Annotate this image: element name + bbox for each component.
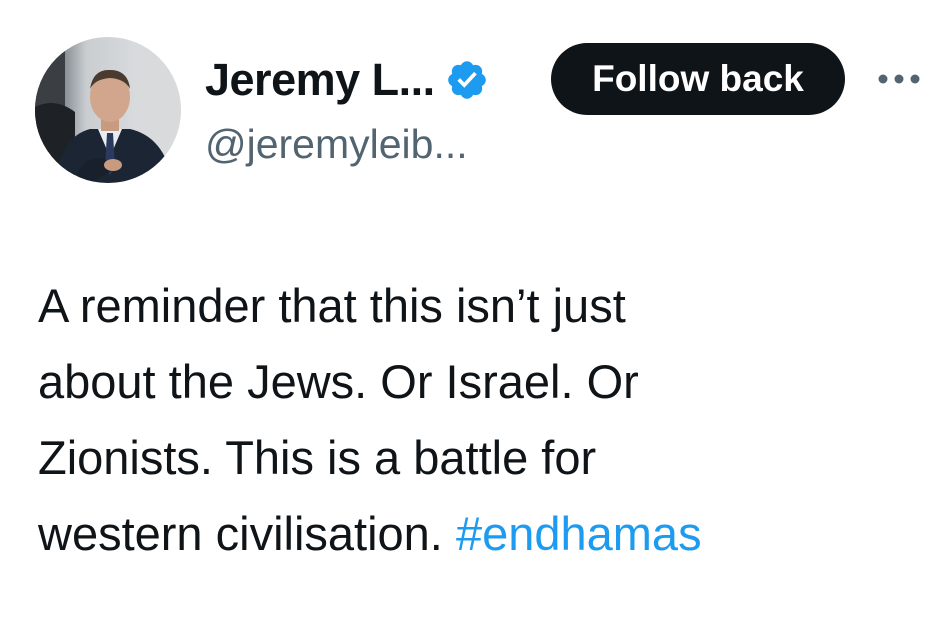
follow-back-button[interactable]: Follow back bbox=[551, 43, 845, 115]
author-handle[interactable]: @jeremyleib... bbox=[205, 121, 468, 168]
tweet-text-line-last: western civilisation. #endhamas bbox=[38, 496, 918, 572]
hashtag-link[interactable]: #endhamas bbox=[456, 507, 702, 560]
tweet-text-line: A reminder that this isn’t just bbox=[38, 279, 626, 332]
avatar[interactable] bbox=[35, 37, 181, 183]
verified-badge-icon bbox=[447, 61, 486, 99]
tweet-text-line: about the Jews. Or Israel. Or bbox=[38, 355, 639, 408]
tweet-text: A reminder that this isn’t just about th… bbox=[38, 268, 918, 572]
author-display-name[interactable]: Jeremy L... bbox=[205, 54, 435, 106]
tweet-text-line: Zionists. This is a battle for bbox=[38, 431, 597, 484]
author-name-row[interactable]: Jeremy L... bbox=[205, 52, 489, 108]
tweet-card: Jeremy L... @jeremyleib... Follow back A… bbox=[0, 0, 935, 623]
tweet-text-segment: western civilisation. bbox=[38, 507, 456, 560]
avatar-image bbox=[35, 37, 181, 183]
more-horizontal-icon[interactable] bbox=[874, 64, 924, 94]
